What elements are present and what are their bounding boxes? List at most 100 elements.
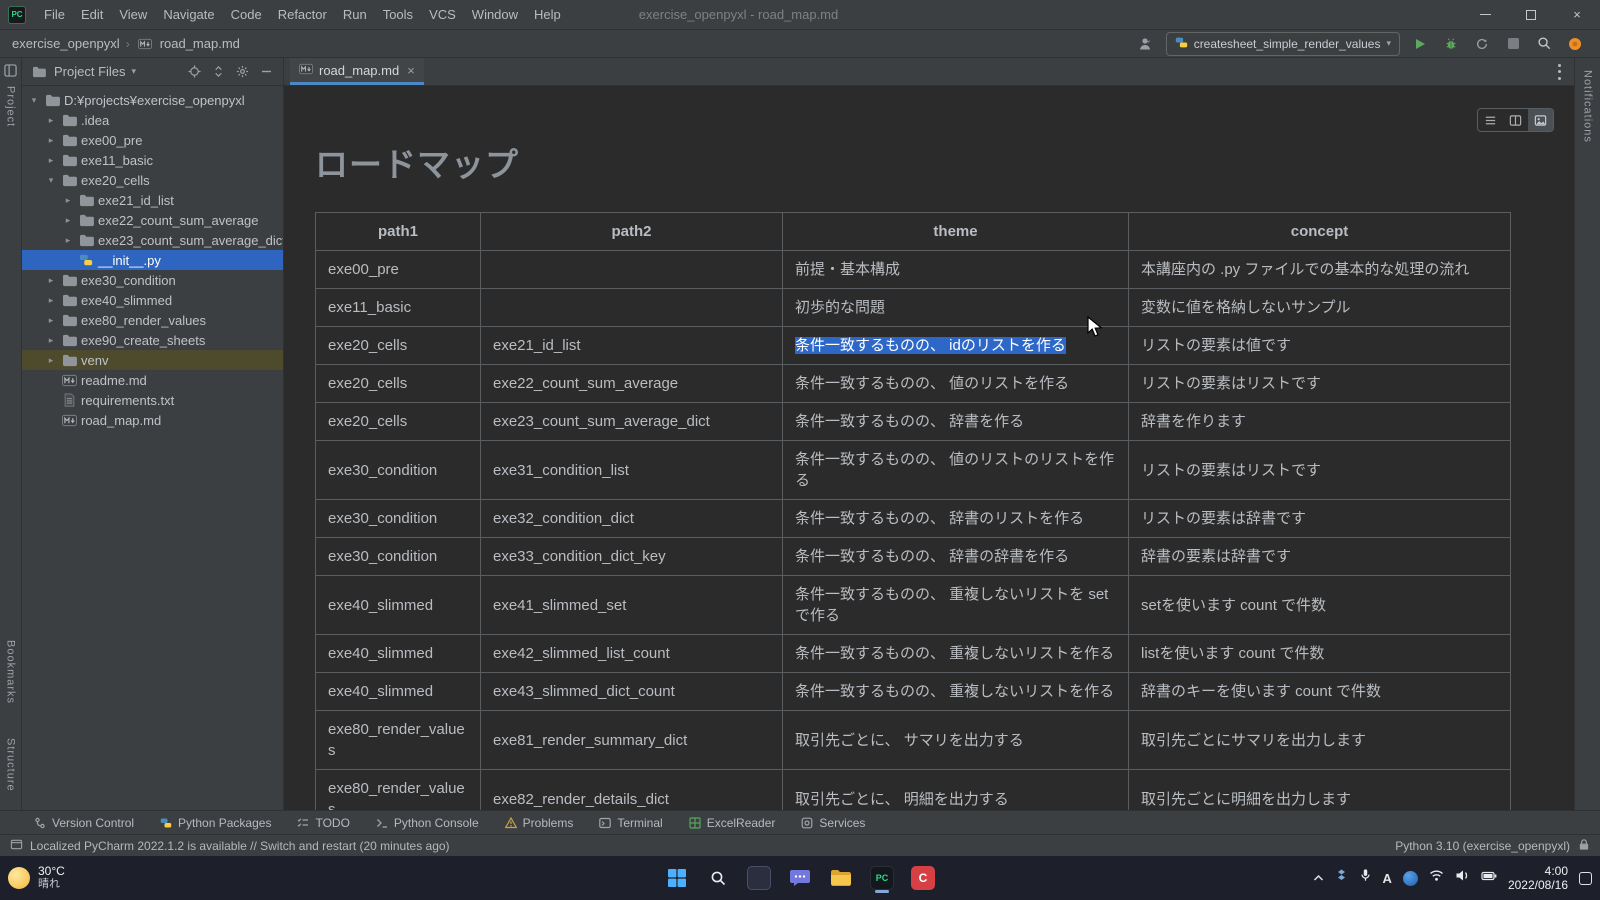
cell-theme[interactable]: 前提・基本構成 xyxy=(783,251,1129,289)
cell-path2[interactable]: exe23_count_sum_average_dict xyxy=(481,403,783,441)
cell-path1[interactable]: exe00_pre xyxy=(316,251,481,289)
cell-path1[interactable]: exe30_condition xyxy=(316,500,481,538)
cell-concept[interactable]: 本講座内の .py ファイルでの基本的な処理の流れ xyxy=(1129,251,1511,289)
tree-item-exe40_slimmed[interactable]: ▸exe40_slimmed xyxy=(22,290,283,310)
tree-item-exe21_id_list[interactable]: ▸exe21_id_list xyxy=(22,190,283,210)
project-view-selector[interactable]: Project Files xyxy=(54,64,126,79)
toolwindow-todo[interactable]: TODO xyxy=(297,816,349,830)
tree-item-venv[interactable]: ▸venv xyxy=(22,350,283,370)
tree-item-exe00_pre[interactable]: ▸exe00_pre xyxy=(22,130,283,150)
menu-vcs[interactable]: VCS xyxy=(421,0,464,29)
menu-navigate[interactable]: Navigate xyxy=(155,0,222,29)
ime-indicator[interactable]: A xyxy=(1383,871,1392,886)
chevron-right-icon[interactable]: ▸ xyxy=(45,295,57,306)
cell-path2[interactable]: exe81_render_summary_dict xyxy=(481,711,783,770)
cell-path2[interactable]: exe21_id_list xyxy=(481,327,783,365)
cell-path1[interactable]: exe20_cells xyxy=(316,365,481,403)
cell-path1[interactable]: exe80_render_values xyxy=(316,711,481,770)
breadcrumb-project[interactable]: exercise_openpyxl xyxy=(12,36,120,51)
cell-theme[interactable]: 条件一致するものの、 重複しないリストを作る xyxy=(783,673,1129,711)
cell-theme[interactable]: 条件一致するものの、 idのリストを作る xyxy=(783,327,1129,365)
cell-path1[interactable]: exe40_slimmed xyxy=(316,673,481,711)
cell-theme[interactable]: 初歩的な問題 xyxy=(783,289,1129,327)
cell-path2[interactable]: exe22_count_sum_average xyxy=(481,365,783,403)
search-everywhere-icon[interactable] xyxy=(1533,33,1555,55)
stripe-label-project[interactable]: Project xyxy=(5,82,17,131)
preview-only-icon[interactable] xyxy=(1528,109,1553,131)
rerun-button[interactable] xyxy=(1471,33,1493,55)
stop-button[interactable] xyxy=(1502,33,1524,55)
close-button[interactable]: × xyxy=(1554,0,1600,30)
tab-road-map[interactable]: road_map.md × xyxy=(290,58,424,85)
toolwindow-version-control[interactable]: Version Control xyxy=(34,816,134,830)
taskbar-search-icon[interactable] xyxy=(705,863,731,893)
cell-path2[interactable] xyxy=(481,289,783,327)
menu-window[interactable]: Window xyxy=(464,0,526,29)
menu-tools[interactable]: Tools xyxy=(375,0,421,29)
cell-path2[interactable]: exe31_condition_list xyxy=(481,441,783,500)
menu-code[interactable]: Code xyxy=(223,0,270,29)
menu-edit[interactable]: Edit xyxy=(73,0,111,29)
red-app-icon[interactable]: C xyxy=(910,863,936,893)
lock-icon[interactable] xyxy=(1578,838,1590,854)
tree-item-exe80_render_values[interactable]: ▸exe80_render_values xyxy=(22,310,283,330)
volume-icon[interactable] xyxy=(1455,869,1470,887)
user-icon[interactable] xyxy=(1135,33,1157,55)
menu-refactor[interactable]: Refactor xyxy=(270,0,335,29)
cell-path2[interactable]: exe43_slimmed_dict_count xyxy=(481,673,783,711)
toolwindow-python-console[interactable]: Python Console xyxy=(376,816,479,830)
cell-path2[interactable]: exe41_slimmed_set xyxy=(481,576,783,635)
toolwindow-python-packages[interactable]: Python Packages xyxy=(160,816,271,830)
cell-concept[interactable]: 取引先ごとにサマリを出力します xyxy=(1129,711,1511,770)
cell-theme[interactable]: 条件一致するものの、 辞書を作る xyxy=(783,403,1129,441)
cell-path1[interactable]: exe11_basic xyxy=(316,289,481,327)
breadcrumb-file[interactable]: road_map.md xyxy=(160,36,240,51)
debug-button[interactable] xyxy=(1440,33,1462,55)
tree-item-exe90_create_sheets[interactable]: ▸exe90_create_sheets xyxy=(22,330,283,350)
cell-theme[interactable]: 取引先ごとに、 サマリを出力する xyxy=(783,711,1129,770)
chevron-right-icon[interactable]: ▸ xyxy=(45,135,57,146)
chevron-down-icon[interactable]: ▾ xyxy=(28,95,40,106)
tree-item-__init__.py[interactable]: __init__.py xyxy=(22,250,283,270)
chevron-right-icon[interactable]: ▸ xyxy=(45,335,57,346)
minimize-button[interactable] xyxy=(1462,0,1508,30)
tree-item-exe22_count_sum_average[interactable]: ▸exe22_count_sum_average xyxy=(22,210,283,230)
cell-theme[interactable]: 条件一致するものの、 辞書のリストを作る xyxy=(783,500,1129,538)
cell-path1[interactable]: exe30_condition xyxy=(316,441,481,500)
dark-app-icon[interactable] xyxy=(746,863,772,893)
split-view-icon[interactable] xyxy=(1503,109,1528,131)
cell-path2[interactable]: exe42_slimmed_list_count xyxy=(481,635,783,673)
weather-widget[interactable]: 30°C 晴れ xyxy=(8,865,65,891)
chat-icon[interactable] xyxy=(787,863,813,893)
cell-concept[interactable]: リストの要素は辞書です xyxy=(1129,500,1511,538)
chevron-right-icon[interactable]: ▸ xyxy=(45,275,57,286)
cell-theme[interactable]: 取引先ごとに、 明細を出力する xyxy=(783,770,1129,811)
toolwindow-excelreader[interactable]: ExcelReader xyxy=(689,816,776,830)
run-configuration-select[interactable]: createsheet_simple_render_values ▾ xyxy=(1166,32,1400,56)
cell-theme[interactable]: 条件一致するものの、 値のリストのリストを作る xyxy=(783,441,1129,500)
update-notification-icon[interactable] xyxy=(1564,33,1586,55)
chevron-right-icon[interactable]: ▸ xyxy=(62,235,74,246)
hide-panel-icon[interactable] xyxy=(257,63,275,81)
tree-item-road_map.md[interactable]: road_map.md xyxy=(22,410,283,430)
stripe-label-notifications[interactable]: Notifications xyxy=(1582,66,1594,147)
cell-path1[interactable]: exe40_slimmed xyxy=(316,576,481,635)
cell-concept[interactable]: 取引先ごとに明細を出力します xyxy=(1129,770,1511,811)
cell-path1[interactable]: exe30_condition xyxy=(316,538,481,576)
menu-help[interactable]: Help xyxy=(526,0,569,29)
cell-concept[interactable]: setを使います count で件数 xyxy=(1129,576,1511,635)
cell-concept[interactable]: リストの要素はリストです xyxy=(1129,441,1511,500)
expand-collapse-icon[interactable] xyxy=(209,63,227,81)
chevron-down-icon[interactable]: ▾ xyxy=(45,175,57,186)
notification-icon[interactable] xyxy=(1579,872,1592,885)
cell-concept[interactable]: 変数に値を格納しないサンプル xyxy=(1129,289,1511,327)
cell-path1[interactable]: exe20_cells xyxy=(316,403,481,441)
editor-options-icon[interactable] xyxy=(1558,64,1562,80)
tree-item-d-projects-exercise_openpyxl[interactable]: ▾D:¥projects¥exercise_openpyxl xyxy=(22,90,283,110)
hidden-icons-chevron[interactable] xyxy=(1313,869,1324,887)
cell-concept[interactable]: listを使います count で件数 xyxy=(1129,635,1511,673)
tree-item-exe23_count_sum_average_dict[interactable]: ▸exe23_count_sum_average_dict xyxy=(22,230,283,250)
blue-circle-icon[interactable] xyxy=(1403,871,1418,886)
cell-concept[interactable]: リストの要素はリストです xyxy=(1129,365,1511,403)
cell-path2[interactable]: exe82_render_details_dict xyxy=(481,770,783,811)
